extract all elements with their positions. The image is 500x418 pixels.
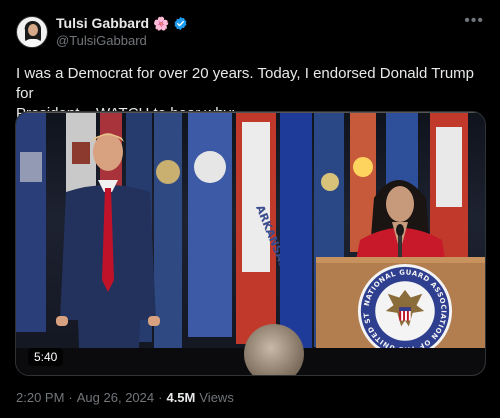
verified-badge-icon <box>174 16 187 30</box>
standing-man <box>56 133 160 375</box>
author-handle[interactable]: @TulsiGabbard <box>56 33 147 48</box>
flower-emoji: 🌸 <box>153 15 170 31</box>
avatar[interactable] <box>16 16 48 48</box>
video-duration: 5:40 <box>28 348 64 366</box>
video-player[interactable]: ARKANSAS NATIONAL GUARD ASSOCIATION OF N… <box>15 111 486 376</box>
tweet-time[interactable]: 2:20 PM <box>16 390 64 405</box>
tweet-card[interactable]: Tulsi Gabbard 🌸 @TulsiGabbard ••• I was … <box>0 0 500 418</box>
meta-separator-2: · <box>158 390 163 405</box>
author-name-row: Tulsi Gabbard 🌸 <box>56 15 188 31</box>
views-label: Views <box>199 390 234 405</box>
tweet-meta: 2:20 PM · Aug 26, 2024 · 4.5M Views <box>16 390 234 405</box>
audience-head <box>244 324 304 375</box>
display-name[interactable]: Tulsi Gabbard <box>56 15 149 31</box>
meta-separator: · <box>68 390 73 405</box>
more-horizontal-icon[interactable]: ••• <box>464 12 484 30</box>
views-count[interactable]: 4.5M <box>166 390 195 405</box>
tweet-date[interactable]: Aug 26, 2024 <box>77 390 154 405</box>
national-guard-seal: NATIONAL GUARD ASSOCIATION OF THE UNITED… <box>357 263 453 359</box>
